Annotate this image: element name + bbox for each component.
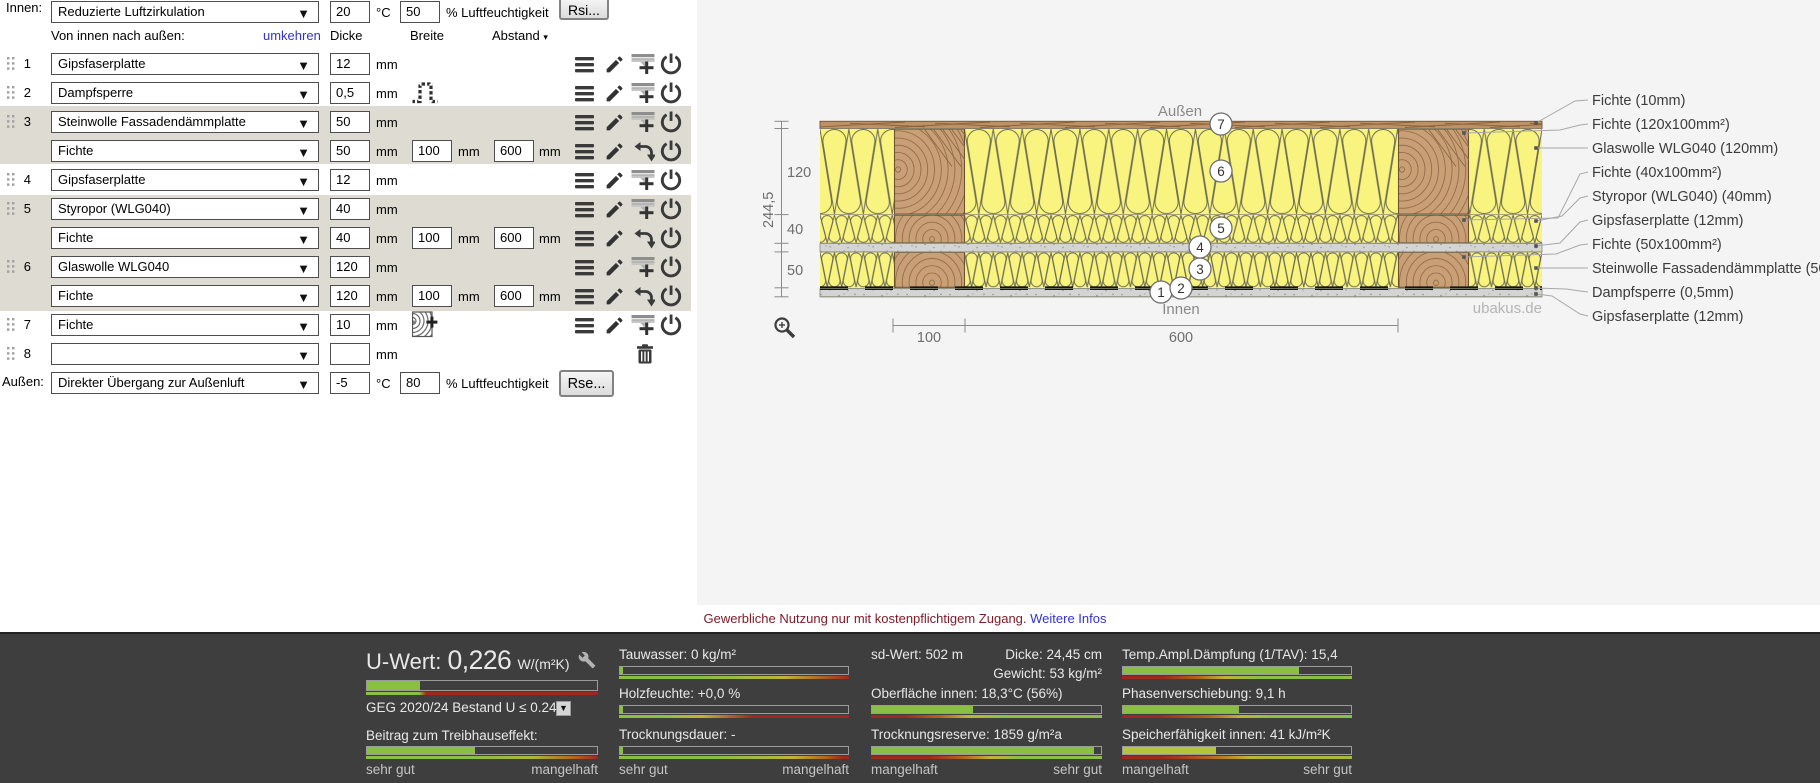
- svg-text:600: 600: [1169, 330, 1193, 346]
- svg-text:Fichte (50x100mm²): Fichte (50x100mm²): [1592, 237, 1722, 253]
- svg-text:Gipsfaserplatte (12mm): Gipsfaserplatte (12mm): [1592, 309, 1744, 325]
- svg-text:Fichte (40x100mm²): Fichte (40x100mm²): [1592, 165, 1722, 181]
- svg-text:120: 120: [787, 165, 811, 181]
- svg-text:Glaswolle WLG040 (120mm): Glaswolle WLG040 (120mm): [1592, 141, 1778, 157]
- svg-text:Außen: Außen: [1158, 103, 1202, 120]
- svg-text:50: 50: [787, 263, 803, 279]
- svg-text:1: 1: [1157, 285, 1165, 300]
- svg-text:100: 100: [917, 330, 941, 346]
- svg-text:5: 5: [1217, 221, 1225, 236]
- svg-text:4: 4: [1196, 240, 1204, 255]
- svg-text:40: 40: [787, 222, 803, 238]
- svg-text:Fichte (10mm): Fichte (10mm): [1592, 93, 1685, 109]
- svg-text:6: 6: [1217, 164, 1225, 179]
- svg-text:7: 7: [1217, 117, 1225, 132]
- svg-text:Dampfsperre (0,5mm): Dampfsperre (0,5mm): [1592, 285, 1734, 301]
- svg-text:Styropor (WLG040) (40mm): Styropor (WLG040) (40mm): [1592, 189, 1772, 205]
- svg-text:Gipsfaserplatte (12mm): Gipsfaserplatte (12mm): [1592, 213, 1744, 229]
- svg-text:Fichte (120x100mm²): Fichte (120x100mm²): [1592, 117, 1730, 133]
- svg-text:3: 3: [1196, 262, 1204, 277]
- svg-text:2: 2: [1177, 281, 1185, 296]
- svg-text:ubakus.de: ubakus.de: [1473, 300, 1542, 317]
- svg-text:Innen: Innen: [1162, 301, 1200, 318]
- svg-text:Steinwolle Fassadendämmplatte: Steinwolle Fassadendämmplatte (50mm): [1592, 261, 1820, 277]
- svg-text:244,5: 244,5: [761, 192, 777, 228]
